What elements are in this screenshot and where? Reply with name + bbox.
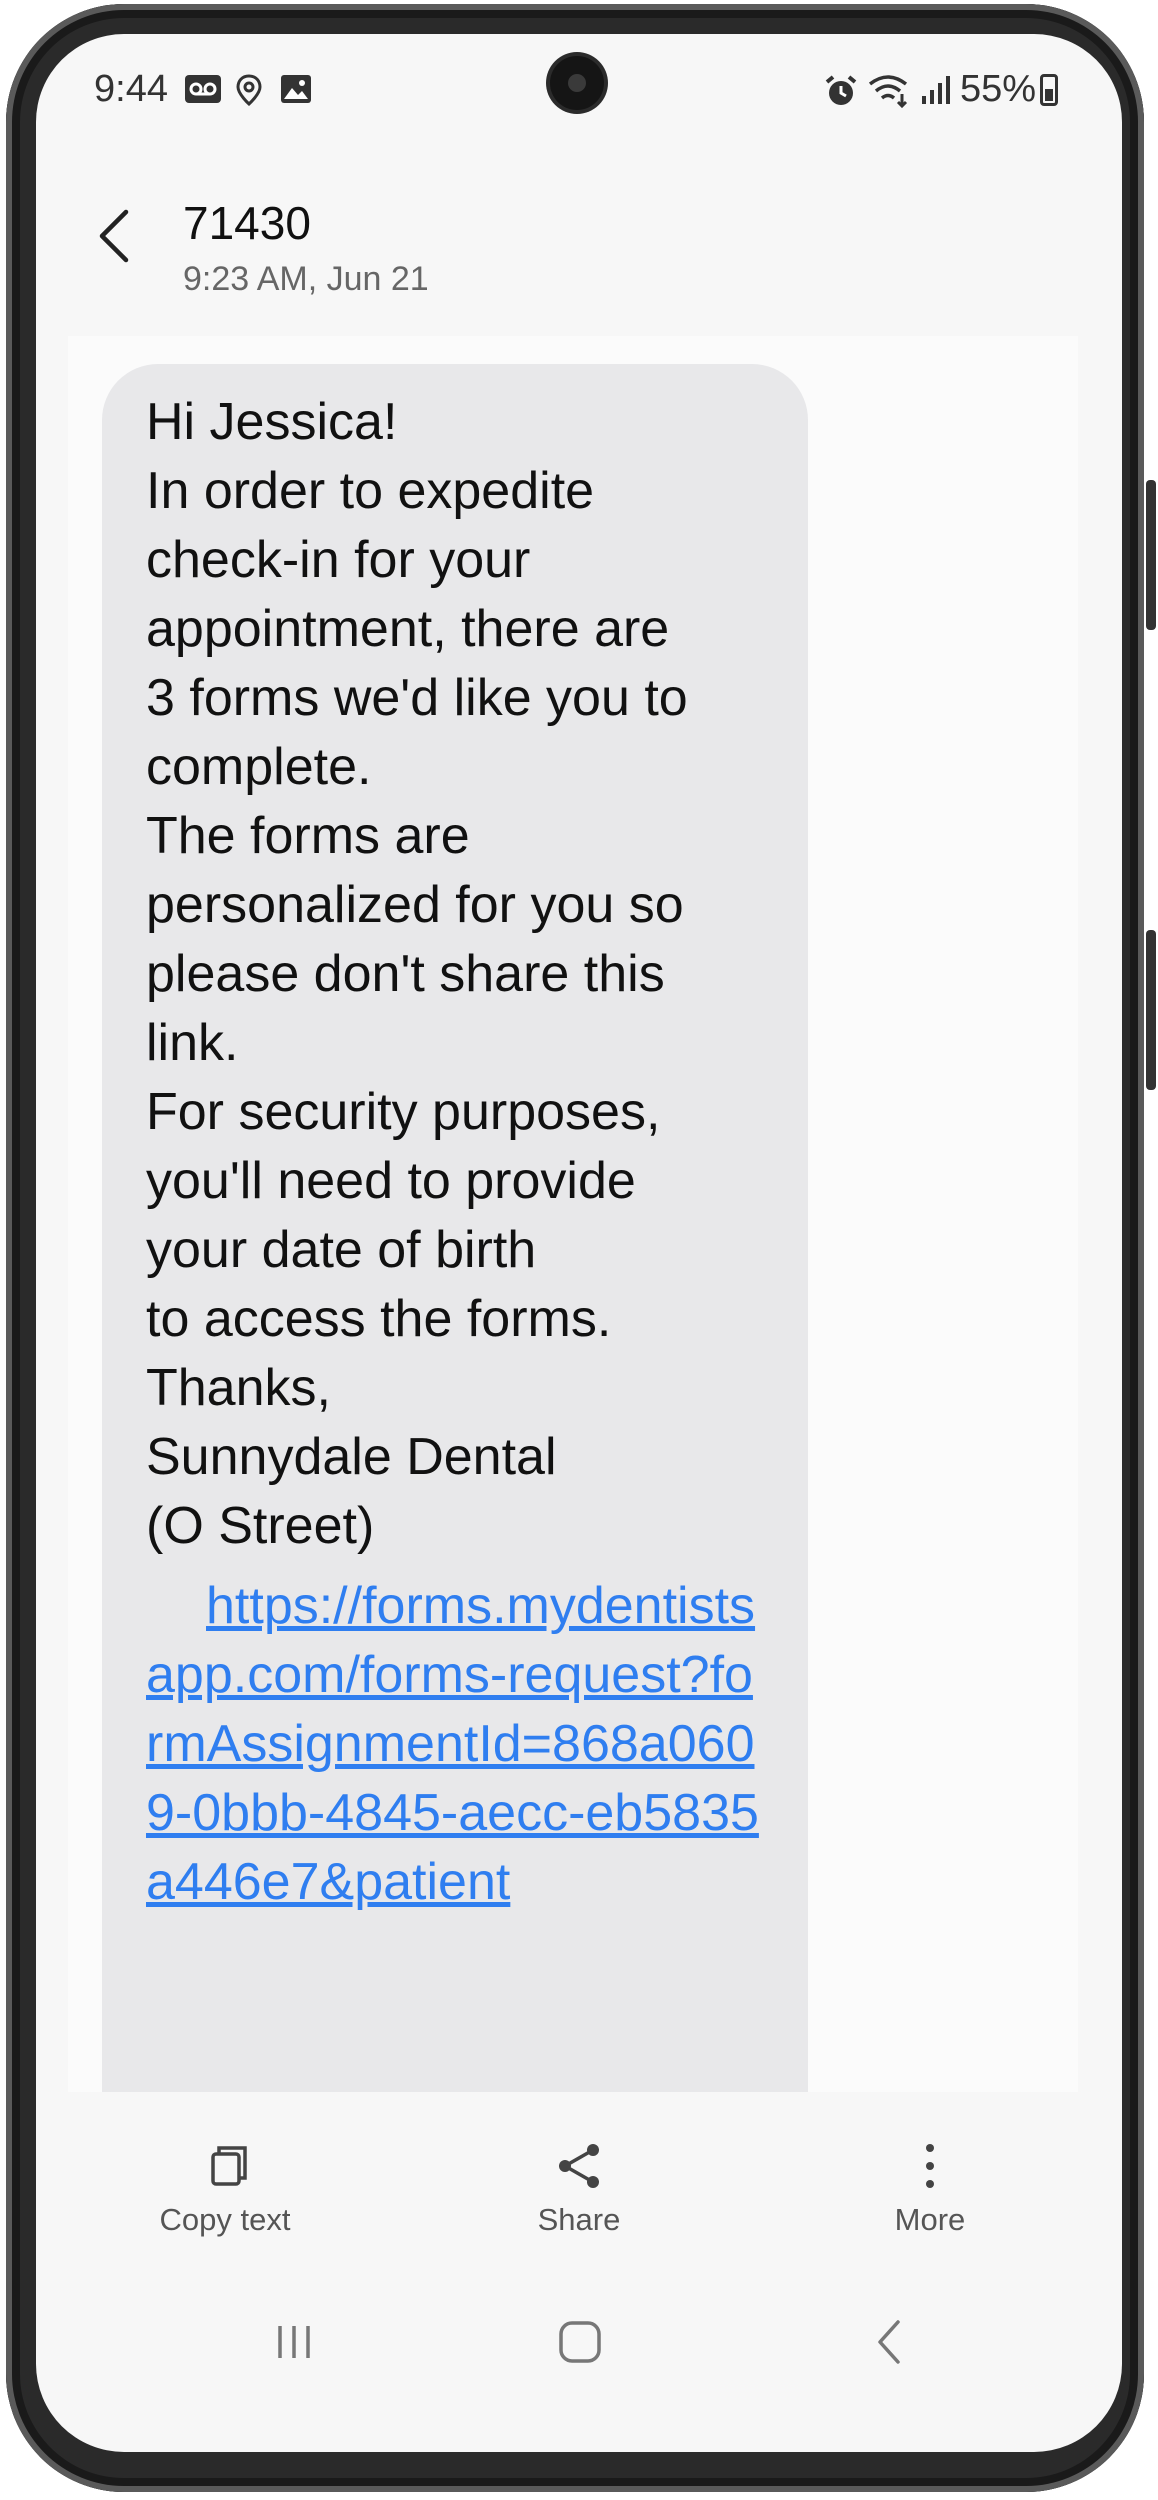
share-icon — [559, 2144, 599, 2188]
battery-percent: 55% — [959, 68, 1036, 110]
more-vertical-icon — [926, 2144, 934, 2188]
action-toolbar: Copy text Share More — [36, 2092, 1122, 2237]
conversation-header: 71430 9:23 AM, Jun 21 — [36, 134, 1122, 334]
more-button[interactable]: More — [830, 2092, 1030, 2237]
message-link[interactable]: https://forms.mydentistsapp.com/forms-re… — [146, 1572, 766, 1917]
gallery-icon — [281, 75, 311, 103]
back-arrow-icon[interactable] — [94, 206, 134, 266]
message-timestamp: 9:23 AM, Jun 21 — [183, 260, 429, 298]
navigation-bar — [36, 2292, 1122, 2402]
status-bar: 9:44 55% — [36, 68, 1122, 118]
share-label: Share — [537, 2202, 621, 2237]
sender-number: 71430 — [183, 197, 311, 249]
recent-apps-icon[interactable] — [254, 2312, 334, 2372]
battery-icon — [1040, 73, 1058, 106]
wifi-icon — [868, 75, 908, 108]
location-icon — [236, 74, 262, 107]
back-nav-icon[interactable] — [850, 2312, 930, 2372]
message-body: Hi Jessica! In order to expedite check-i… — [146, 393, 688, 1555]
battery-status: 55% — [960, 68, 1058, 111]
share-button[interactable]: Share — [479, 2092, 679, 2237]
home-icon[interactable] — [540, 2312, 620, 2372]
volume-button — [1146, 480, 1156, 630]
more-label: More — [894, 2202, 966, 2237]
signal-icon — [922, 76, 950, 104]
alarm-icon — [825, 75, 857, 105]
voicemail-icon — [185, 75, 221, 103]
copy-icon — [211, 2146, 247, 2186]
status-time: 9:44 — [94, 68, 168, 110]
copy-text-button[interactable]: Copy text — [125, 2092, 325, 2237]
power-button — [1146, 930, 1156, 1090]
copy-text-label: Copy text — [159, 2202, 291, 2237]
